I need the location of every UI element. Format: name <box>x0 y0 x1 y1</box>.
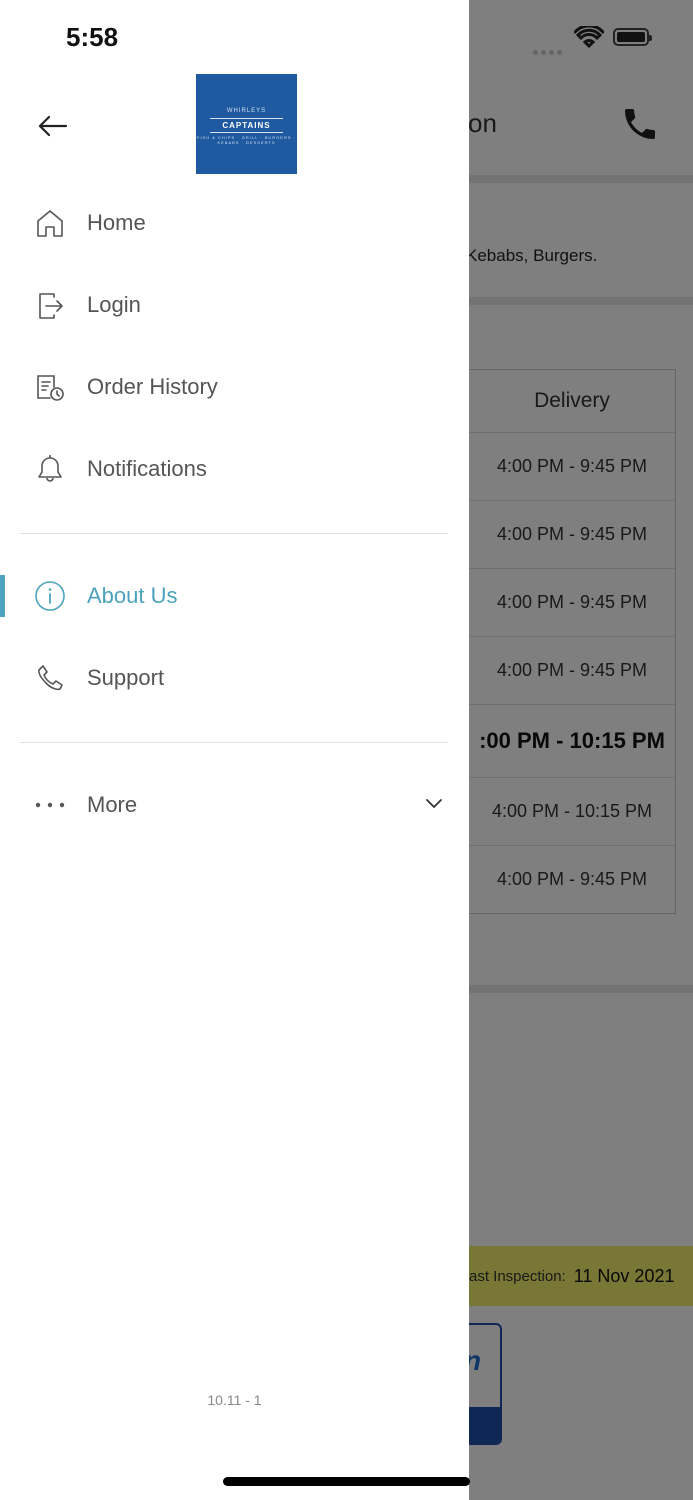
menu-item-label: About Us <box>87 583 178 608</box>
active-indicator <box>0 575 5 617</box>
menu-item-label: More <box>87 792 138 817</box>
restaurant-logo: WHIRLEYS CAPTAINS FISH & CHIPS · GRILL ·… <box>196 74 297 174</box>
battery-icon <box>613 28 652 46</box>
signal-icon <box>533 42 565 60</box>
menu-item-login[interactable]: Login <box>0 275 469 335</box>
logo-rule <box>210 118 283 119</box>
status-bar: 5:58 <box>0 0 693 70</box>
home-icon <box>37 210 63 237</box>
menu-item-support[interactable]: Support <box>0 648 469 708</box>
menu-divider <box>20 533 448 534</box>
bell-icon <box>38 455 62 482</box>
menu-item-about-us[interactable]: About Us <box>0 566 469 626</box>
menu-item-notifications[interactable]: Notifications <box>0 439 469 499</box>
menu-item-label: Notifications <box>87 456 207 481</box>
menu-item-label: Support <box>87 665 165 690</box>
app-version: 10.11 - 1 <box>207 1392 262 1408</box>
login-icon <box>39 293 63 319</box>
menu-item-label: Order History <box>87 374 218 399</box>
info-icon <box>35 581 65 611</box>
back-arrow-icon[interactable] <box>34 108 70 144</box>
status-time: 5:58 <box>66 22 119 52</box>
order-history-icon <box>37 375 64 401</box>
logo-rule <box>210 132 283 133</box>
menu-divider <box>20 742 448 743</box>
menu-item-home[interactable]: Home <box>0 193 469 253</box>
home-indicator[interactable] <box>223 1477 470 1486</box>
logo-text-top: WHIRLEYS <box>226 108 267 114</box>
side-drawer: WHIRLEYS CAPTAINS FISH & CHIPS · GRILL ·… <box>0 0 469 1500</box>
menu-item-label: Login <box>87 292 141 317</box>
more-dots-icon <box>35 802 65 808</box>
menu-item-more[interactable]: More <box>0 775 469 835</box>
menu-item-label: Home <box>87 210 146 235</box>
chevron-down-icon[interactable] <box>424 793 444 813</box>
menu-item-order-history[interactable]: Order History <box>0 357 469 417</box>
logo-text-sub: FISH & CHIPS · GRILL · BURGERS · KEBABS … <box>197 135 296 145</box>
phone-icon <box>38 665 63 691</box>
wifi-icon <box>574 26 604 48</box>
logo-text-main: CAPTAINS <box>222 121 271 130</box>
